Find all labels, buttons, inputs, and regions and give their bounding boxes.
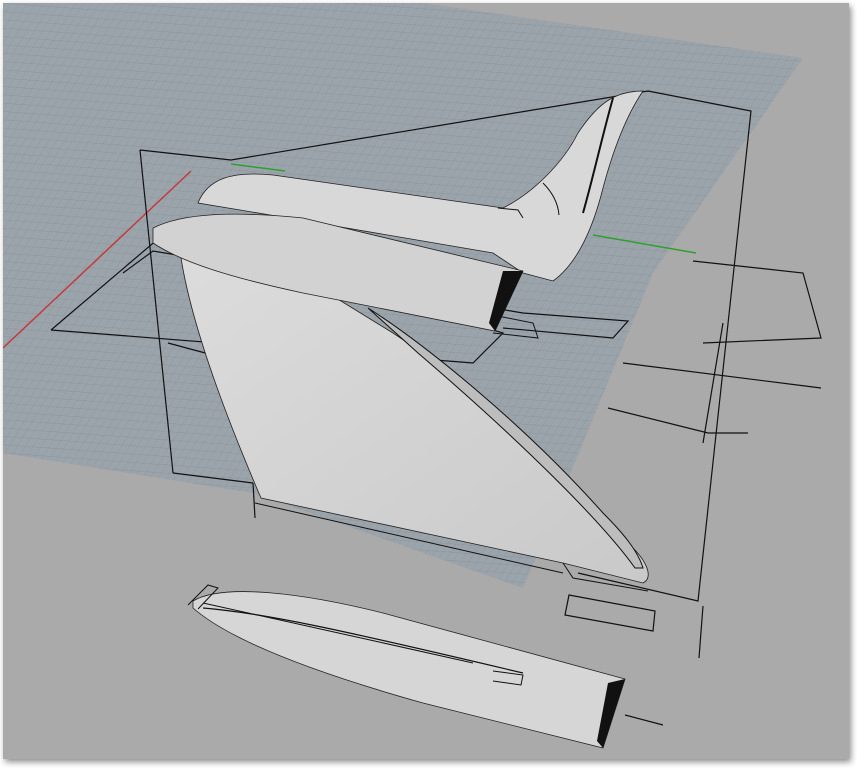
- rhino-viewport[interactable]: [3, 3, 849, 759]
- viewport-canvas[interactable]: [3, 3, 849, 759]
